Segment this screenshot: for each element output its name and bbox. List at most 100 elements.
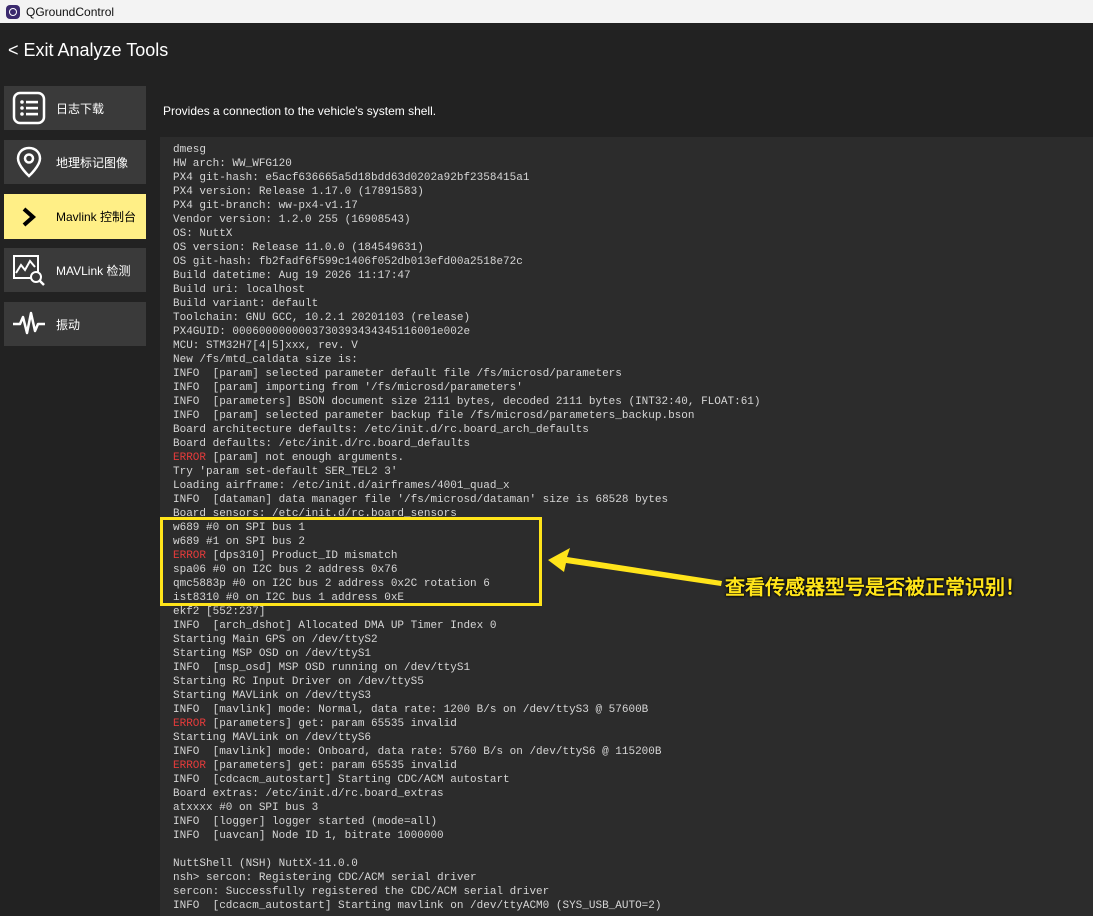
console-line-text: INFO [arch_dshot] Allocated DMA UP Timer… bbox=[173, 620, 497, 632]
waveform-icon bbox=[12, 307, 46, 341]
console-line-text: Starting MSP OSD on /dev/ttyS1 bbox=[173, 648, 372, 660]
console-line: dmesg bbox=[173, 144, 206, 156]
console-line-text: INFO [mavlink] mode: Onboard, data rate:… bbox=[173, 746, 662, 758]
console-line-text: Vendor version: 1.2.0 255 (16908543) bbox=[173, 214, 411, 226]
console-line-text: INFO [msp_osd] MSP OSD running on /dev/t… bbox=[173, 662, 471, 674]
console-line: Build uri: localhost bbox=[173, 284, 305, 296]
console-line-text: Loading airframe: /etc/init.d/airframes/… bbox=[173, 480, 510, 492]
console-line-text: Board defaults: /etc/init.d/rc.board_def… bbox=[173, 438, 471, 450]
console-line: Vendor version: 1.2.0 255 (16908543) bbox=[173, 214, 411, 226]
console-line: Board defaults: /etc/init.d/rc.board_def… bbox=[173, 438, 470, 450]
console-line: INFO [parameters] BSON document size 211… bbox=[173, 396, 761, 408]
sidebar-item-mavlink-console[interactable]: Mavlink 控制台 bbox=[4, 194, 146, 239]
window-title: QGroundControl bbox=[26, 4, 115, 19]
console-line: Starting MSP OSD on /dev/ttyS1 bbox=[173, 648, 371, 660]
console-line: Starting RC Input Driver on /dev/ttyS5 bbox=[173, 676, 424, 688]
console-line-text: atxxxx #0 on SPI bus 3 bbox=[173, 802, 319, 814]
console-line: PX4 version: Release 1.17.0 (17891583) bbox=[173, 186, 424, 198]
sidebar-item-log-download[interactable]: 日志下载 bbox=[4, 86, 146, 130]
list-icon bbox=[12, 91, 46, 125]
page-header: < Exit Analyze Tools bbox=[0, 23, 1093, 78]
console-line: nsh> sercon: Registering CDC/ACM serial … bbox=[173, 872, 477, 884]
console-line: OS git-hash: fb2fadf6f599c1406f052db013e… bbox=[173, 256, 523, 268]
console-line: NuttShell (NSH) NuttX-11.0.0 bbox=[173, 858, 358, 870]
console-line-text: Starting RC Input Driver on /dev/ttyS5 bbox=[173, 676, 424, 688]
sidebar-item-mavlink-inspector[interactable]: MAVLink 检测 bbox=[4, 248, 146, 292]
console-line: Toolchain: GNU GCC, 10.2.1 20201103 (rel… bbox=[173, 312, 470, 324]
location-pin-icon bbox=[12, 145, 46, 179]
console-line-text: PX4GUID: 0006000000003730393434345116001… bbox=[173, 326, 471, 338]
annotation-text: 查看传感器型号是否被正常识别！ bbox=[725, 575, 1025, 599]
console-line: INFO [msp_osd] MSP OSD running on /dev/t… bbox=[173, 662, 470, 674]
qgc-logo-icon bbox=[6, 4, 20, 19]
console-line-text: OS git-hash: fb2fadf6f599c1406f052db013e… bbox=[173, 256, 523, 268]
annotation-arrow-icon bbox=[548, 548, 722, 586]
sidebar-item-label: MAVLink 检测 bbox=[56, 263, 131, 278]
console-line-text: [parameters] get: param 65535 invalid bbox=[206, 718, 457, 730]
console-line-text: INFO [logger] logger started (mode=all) bbox=[173, 816, 438, 828]
console-line: PX4 git-branch: ww-px4-v1.17 bbox=[173, 200, 358, 212]
console-line: Starting MAVLink on /dev/ttyS6 bbox=[173, 732, 371, 744]
console-line-text: OS: NuttX bbox=[173, 228, 233, 240]
console-line: ekf2 [552:237] bbox=[173, 606, 265, 618]
exit-analyze-tools-button[interactable]: < Exit Analyze Tools bbox=[8, 40, 168, 61]
sidebar-item-label: 振动 bbox=[56, 317, 81, 332]
sidebar: 日志下载 地理标记图像 Mavlink 控制台 MAVLink 检测 振动 bbox=[0, 78, 150, 916]
console-line: atxxxx #0 on SPI bus 3 bbox=[173, 802, 318, 814]
console-line-text: INFO [cdcacm_autostart] Starting CDC/ACM… bbox=[173, 774, 510, 786]
console-line: INFO [dataman] data manager file '/fs/mi… bbox=[173, 494, 668, 506]
console-line: Starting MAVLink on /dev/ttyS3 bbox=[173, 690, 371, 702]
console-line-text: nsh> sercon: Registering CDC/ACM serial … bbox=[173, 872, 477, 884]
console-line-text: MCU: STM32H7[4|5]xxx, rev. V bbox=[173, 340, 358, 352]
console-line-text: Starting Main GPS on /dev/ttyS2 bbox=[173, 634, 378, 646]
console-line-text: dmesg bbox=[173, 144, 207, 156]
console-line-text: INFO [param] selected parameter backup f… bbox=[173, 410, 695, 422]
console-line-text: Board architecture defaults: /etc/init.d… bbox=[173, 424, 589, 436]
console-line: INFO [cdcacm_autostart] Starting CDC/ACM… bbox=[173, 774, 510, 786]
sidebar-item-vibration[interactable]: 振动 bbox=[4, 302, 146, 346]
main-panel: Provides a connection to the vehicle's s… bbox=[150, 78, 1093, 916]
console-line: New /fs/mtd_caldata size is: bbox=[173, 354, 358, 366]
console-line-text: INFO [dataman] data manager file '/fs/mi… bbox=[173, 494, 669, 506]
console-line-text: PX4 version: Release 1.17.0 (17891583) bbox=[173, 186, 424, 198]
console-line: Loading airframe: /etc/init.d/airframes/… bbox=[173, 480, 510, 492]
console-line: OS: NuttX bbox=[173, 228, 232, 240]
console-line-text: Try 'param set-default SER_TEL2 3' bbox=[173, 466, 398, 478]
console-line: INFO [arch_dshot] Allocated DMA UP Timer… bbox=[173, 620, 496, 632]
console-line: INFO [param] selected parameter default … bbox=[173, 368, 622, 380]
console-line-text: Build uri: localhost bbox=[173, 284, 306, 296]
console-line: ERROR [param] not enough arguments. bbox=[173, 452, 404, 464]
error-tag: ERROR bbox=[173, 760, 207, 772]
console-line-text: NuttShell (NSH) NuttX-11.0.0 bbox=[173, 858, 358, 870]
console-line-text: sercon: Successfully registered the CDC/… bbox=[173, 886, 550, 898]
chart-magnifier-icon bbox=[12, 253, 46, 287]
console-line: ERROR [parameters] get: param 65535 inva… bbox=[173, 760, 457, 772]
console-line-text: PX4 git-hash: e5acf636665a5d18bdd63d0202… bbox=[173, 172, 530, 184]
sidebar-item-label: 日志下载 bbox=[56, 101, 105, 116]
console-line-text: [parameters] get: param 65535 invalid bbox=[206, 760, 457, 772]
console-line-text: Board extras: /etc/init.d/rc.board_extra… bbox=[173, 788, 444, 800]
console-line: INFO [mavlink] mode: Normal, data rate: … bbox=[173, 704, 648, 716]
console-line: Starting Main GPS on /dev/ttyS2 bbox=[173, 634, 378, 646]
sensor-highlight-box bbox=[160, 517, 542, 606]
sidebar-item-label: Mavlink 控制台 bbox=[56, 210, 137, 224]
console-line: Build datetime: Aug 19 2026 11:17:47 bbox=[173, 270, 411, 282]
console-line-text: Starting MAVLink on /dev/ttyS3 bbox=[173, 690, 372, 702]
console-line: MCU: STM32H7[4|5]xxx, rev. V bbox=[173, 340, 358, 352]
console-line-text: INFO [mavlink] mode: Normal, data rate: … bbox=[173, 704, 649, 716]
console-line: INFO [logger] logger started (mode=all) bbox=[173, 816, 437, 828]
console-line: INFO [param] selected parameter backup f… bbox=[173, 410, 695, 422]
console-line-text: OS version: Release 11.0.0 (184549631) bbox=[173, 242, 424, 254]
console-line-text: INFO [cdcacm_autostart] Starting mavlink… bbox=[173, 900, 662, 912]
console-line: Board architecture defaults: /etc/init.d… bbox=[173, 424, 589, 436]
console-line-text: INFO [parameters] BSON document size 211… bbox=[173, 396, 761, 408]
console-line-text: New /fs/mtd_caldata size is: bbox=[173, 354, 358, 366]
console-line-text: INFO [param] importing from '/fs/microsd… bbox=[173, 382, 523, 394]
console-line: sercon: Successfully registered the CDC/… bbox=[173, 886, 549, 898]
console-line: INFO [mavlink] mode: Onboard, data rate:… bbox=[173, 746, 661, 758]
error-tag: ERROR bbox=[173, 718, 207, 730]
console-line-text: Build datetime: Aug 19 2026 11:17:47 bbox=[173, 270, 411, 282]
console-line: INFO [param] importing from '/fs/microsd… bbox=[173, 382, 523, 394]
console-line: OS version: Release 11.0.0 (184549631) bbox=[173, 242, 424, 254]
sidebar-item-geotag-images[interactable]: 地理标记图像 bbox=[4, 140, 146, 184]
